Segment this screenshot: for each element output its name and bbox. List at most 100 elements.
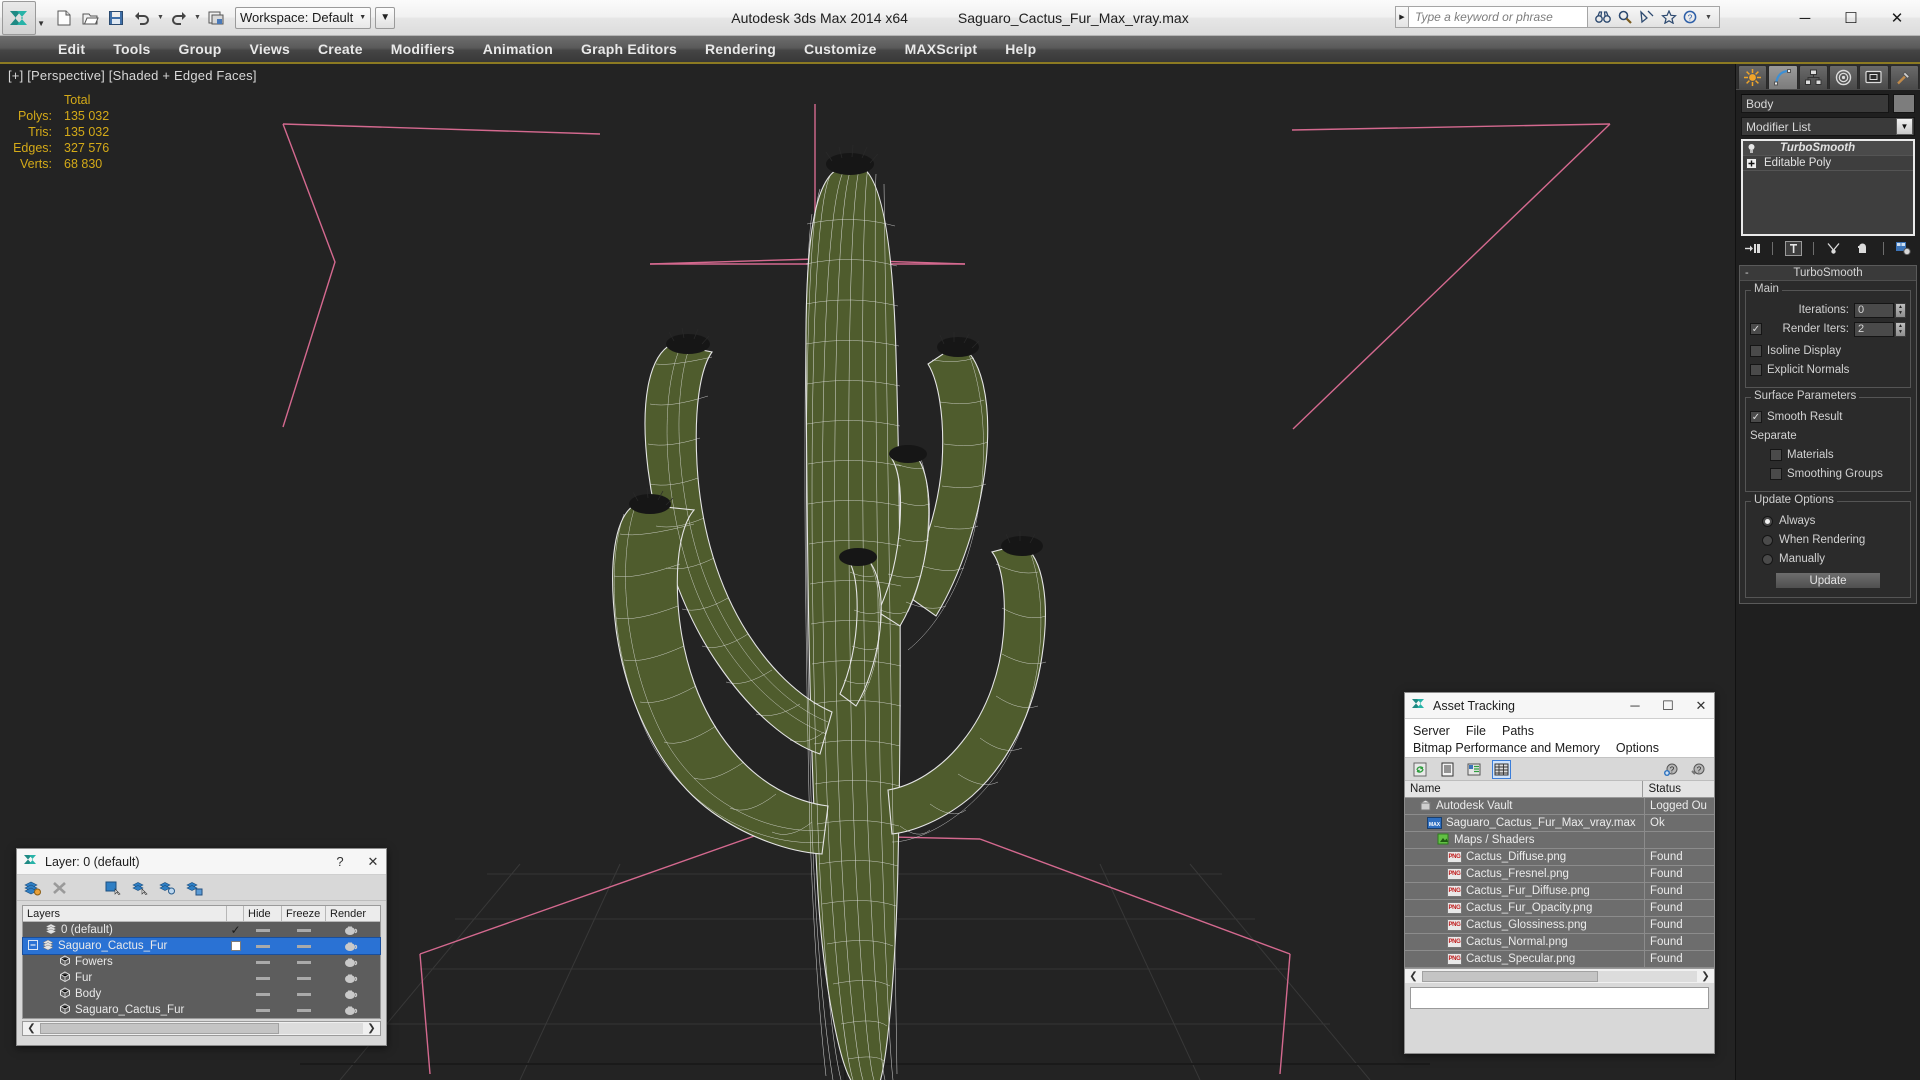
layer-render-toggle[interactable] — [326, 1005, 374, 1016]
scroll-track[interactable] — [1422, 970, 1697, 982]
search-input[interactable]: Type a keyword or phrase — [1408, 6, 1588, 28]
select-objects-in-layer-icon[interactable] — [104, 879, 122, 897]
asset-row-cactus-fur-opacity[interactable]: PNG Cactus_Fur_Opacity.png Found — [1405, 900, 1714, 917]
update-option-manually[interactable]: Manually — [1750, 551, 1906, 567]
asset-row-cactus-fur-diffuse[interactable]: PNG Cactus_Fur_Diffuse.png Found — [1405, 883, 1714, 900]
layer-row-saguaro-cactus-fur-object[interactable]: Saguaro_Cactus_Fur — [23, 1002, 380, 1018]
layer-render-toggle[interactable] — [326, 941, 374, 952]
help-add-icon[interactable]: ? — [1662, 760, 1681, 779]
undo-dropdown-arrow[interactable]: ▼ — [156, 14, 165, 21]
modifier-stack[interactable]: TurboSmooth Editable Poly — [1741, 139, 1915, 236]
asset-row-maps-shaders[interactable]: Maps / Shaders — [1405, 832, 1714, 849]
rollout-header[interactable]: - TurboSmooth — [1740, 266, 1916, 281]
layer-dialog-help-button[interactable]: ? — [327, 850, 353, 874]
add-selection-to-layer-icon[interactable] — [77, 879, 95, 897]
layer-current-check[interactable] — [227, 941, 244, 951]
scroll-left-icon[interactable]: ❮ — [1407, 971, 1420, 982]
new-file-icon[interactable] — [52, 6, 76, 30]
viewport-label[interactable]: [+] [Perspective] [Shaded + Edged Faces] — [8, 68, 257, 83]
layer-dialog-titlebar[interactable]: Layer: 0 (default) ? ✕ — [17, 849, 386, 875]
layer-row-fowers[interactable]: Fowers — [23, 954, 380, 970]
search-expand-button[interactable]: ▶ — [1395, 6, 1408, 28]
layer-render-toggle[interactable] — [326, 989, 374, 1000]
menu-views[interactable]: Views — [236, 36, 304, 62]
refresh-icon[interactable] — [1411, 760, 1430, 779]
open-file-icon[interactable] — [78, 6, 102, 30]
layer-render-toggle[interactable] — [326, 973, 374, 984]
hierarchy-tab[interactable] — [1798, 65, 1828, 89]
column-name[interactable]: Name — [1405, 781, 1644, 797]
redo-icon[interactable] — [167, 6, 191, 30]
asset-row-cactus-glossiness[interactable]: PNG Cactus_Glossiness.png Found — [1405, 917, 1714, 934]
expand-collapse-icon[interactable] — [28, 939, 38, 953]
update-option-always[interactable]: Always — [1750, 513, 1906, 529]
asset-tracking-minimize-button[interactable]: ─ — [1622, 694, 1648, 718]
column-freeze[interactable]: Freeze — [282, 906, 326, 921]
highlight-selected-objects-layer-icon[interactable] — [158, 879, 176, 897]
collapse-icon[interactable]: - — [1745, 267, 1749, 279]
asset-tracking-close-button[interactable]: ✕ — [1688, 694, 1714, 718]
layer-freeze-toggle[interactable] — [282, 928, 326, 932]
modify-tab[interactable] — [1768, 65, 1798, 89]
menu-help[interactable]: Help — [991, 36, 1050, 62]
menu-edit[interactable]: Edit — [44, 36, 99, 62]
show-end-result-icon[interactable] — [1784, 241, 1802, 256]
help-dropdown-arrow[interactable]: ▼ — [1704, 14, 1713, 21]
magnifier-icon[interactable] — [1616, 9, 1633, 26]
expand-plus-icon[interactable] — [1745, 157, 1758, 170]
layer-freeze-toggle[interactable] — [282, 960, 326, 964]
configure-modifier-sets-icon[interactable] — [1895, 241, 1912, 256]
maximize-button[interactable]: ☐ — [1828, 0, 1874, 36]
stack-item-turbosmooth[interactable]: TurboSmooth — [1743, 141, 1913, 156]
list-view-icon[interactable] — [1438, 760, 1457, 779]
detail-view-icon[interactable] — [1465, 760, 1484, 779]
layer-dialog-close-button[interactable]: ✕ — [360, 850, 386, 874]
display-tab[interactable] — [1859, 65, 1889, 89]
menu-customize[interactable]: Customize — [790, 36, 891, 62]
menu-bitmap-performance[interactable]: Bitmap Performance and Memory — [1413, 741, 1600, 755]
render-iters-input[interactable]: 2 — [1854, 321, 1894, 337]
menu-paths[interactable]: Paths — [1502, 724, 1534, 738]
create-new-layer-icon[interactable] — [23, 879, 41, 897]
layer-row-default[interactable]: 0 (default) ✓ — [23, 922, 380, 938]
help-icon[interactable]: ? — [1682, 9, 1699, 26]
smoothing-groups-checkbox[interactable] — [1770, 468, 1782, 480]
close-button[interactable]: ✕ — [1874, 0, 1920, 36]
create-tab[interactable] — [1738, 65, 1768, 89]
stack-item-editable-poly[interactable]: Editable Poly — [1743, 156, 1913, 171]
scroll-thumb[interactable] — [40, 1023, 280, 1034]
layer-row-saguaro-cactus-fur[interactable]: Saguaro_Cactus_Fur — [22, 937, 381, 955]
asset-horizontal-scrollbar[interactable]: ❮ ❯ — [1405, 968, 1714, 983]
menu-group[interactable]: Group — [165, 36, 236, 62]
update-button[interactable]: Update — [1775, 572, 1881, 589]
minimize-button[interactable]: ─ — [1782, 0, 1828, 36]
workspace-selector[interactable]: Workspace: Default ▼ — [235, 6, 372, 29]
column-hide[interactable]: Hide — [244, 906, 282, 921]
grid-view-icon[interactable] — [1492, 759, 1511, 779]
layer-hide-toggle[interactable] — [244, 976, 282, 980]
update-option-when-rendering[interactable]: When Rendering — [1750, 532, 1906, 548]
menu-modifiers[interactable]: Modifiers — [377, 36, 469, 62]
layer-dialog[interactable]: Layer: 0 (default) ? ✕ Layers Hide Freez… — [16, 848, 387, 1046]
menu-rendering[interactable]: Rendering — [691, 36, 790, 62]
smooth-result-checkbox[interactable]: ✓ — [1750, 411, 1762, 423]
iterations-spinner[interactable]: ▲ ▼ — [1895, 302, 1906, 318]
workspace-menu-button[interactable]: ▼ — [375, 6, 396, 29]
menu-server[interactable]: Server — [1413, 724, 1450, 738]
layer-render-toggle[interactable] — [326, 957, 374, 968]
scroll-right-icon[interactable]: ❯ — [1699, 971, 1712, 982]
menu-maxscript[interactable]: MAXScript — [891, 36, 992, 62]
remove-modifier-icon[interactable] — [1854, 241, 1871, 256]
app-logo-button[interactable]: ▼ — [2, 0, 45, 35]
object-color-swatch[interactable] — [1893, 94, 1915, 113]
project-folder-icon[interactable] — [204, 6, 228, 30]
layer-hide-toggle[interactable] — [244, 960, 282, 964]
select-highlighted-layer-icon[interactable] — [131, 879, 149, 897]
scroll-thumb[interactable] — [1422, 970, 1598, 982]
layer-freeze-toggle[interactable] — [282, 944, 326, 948]
asset-tracking-dialog[interactable]: Asset Tracking ─ ☐ ✕ Server File Paths B… — [1404, 692, 1715, 1054]
menu-create[interactable]: Create — [304, 36, 377, 62]
materials-checkbox[interactable] — [1770, 449, 1782, 461]
layer-row-fur[interactable]: Fur — [23, 970, 380, 986]
binoculars-icon[interactable] — [1594, 9, 1611, 26]
